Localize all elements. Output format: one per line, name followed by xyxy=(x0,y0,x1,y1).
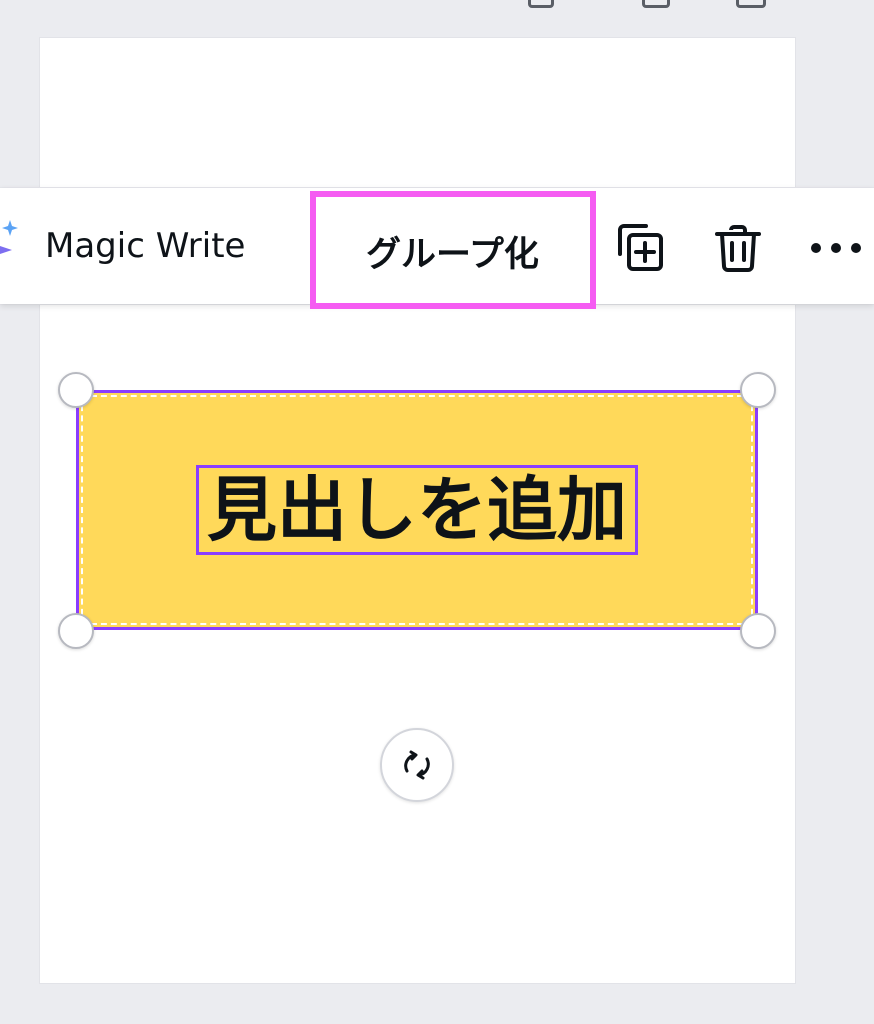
page-tool-icon[interactable] xyxy=(528,0,554,8)
more-options-button[interactable] xyxy=(806,218,866,278)
rotate-icon xyxy=(404,750,430,780)
resize-handle-top-right[interactable] xyxy=(740,372,776,408)
group-button[interactable] xyxy=(310,191,596,309)
more-options-icon xyxy=(811,243,861,253)
rotate-handle[interactable] xyxy=(380,728,454,802)
heading-text: 見出しを追加 xyxy=(207,469,627,551)
resize-handle-top-left[interactable] xyxy=(58,372,94,408)
editor-workspace: Magic Write グループ化 見出しを追加 xyxy=(0,0,874,1024)
trash-icon xyxy=(715,225,761,272)
delete-button[interactable] xyxy=(708,218,768,278)
duplicate-icon xyxy=(618,224,663,271)
resize-handle-bottom-left[interactable] xyxy=(58,613,94,649)
resize-handle-bottom-right[interactable] xyxy=(740,613,776,649)
page-tool-icon[interactable] xyxy=(736,0,766,8)
heading-text-box[interactable]: 見出しを追加 xyxy=(196,465,638,555)
magic-write-label: Magic Write xyxy=(45,226,246,266)
sparkle-icon xyxy=(0,220,18,254)
page-tool-icon[interactable] xyxy=(642,0,670,8)
duplicate-button[interactable] xyxy=(610,218,670,278)
